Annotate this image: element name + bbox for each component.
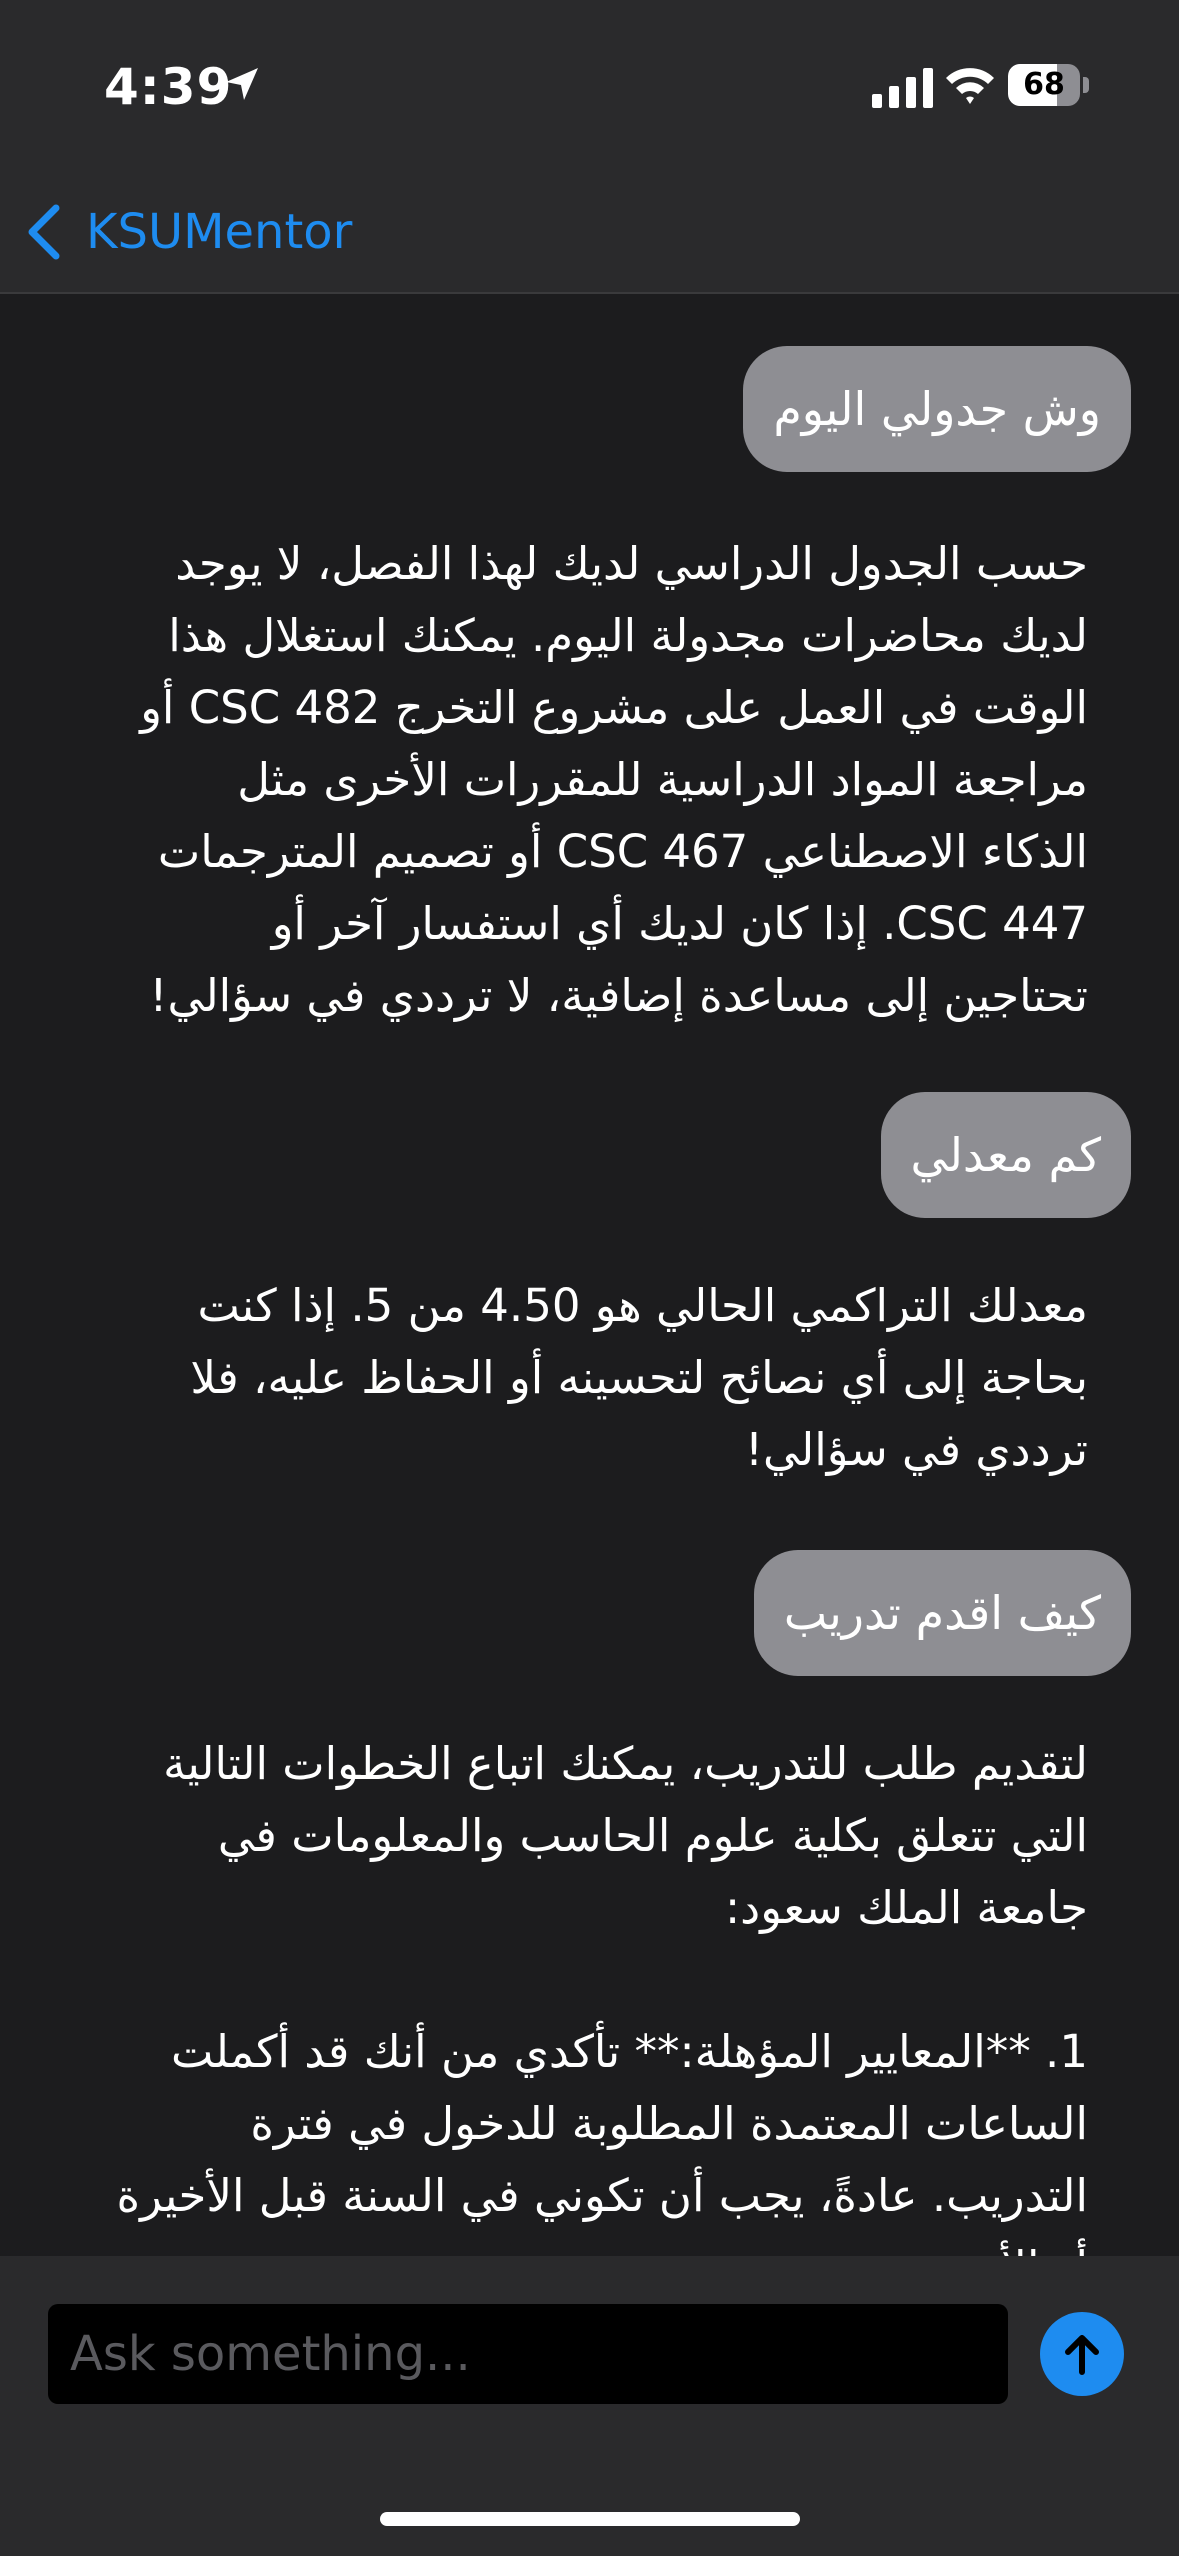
message-line: أو الأخيرة	[78, 2232, 1088, 2256]
message-line: مراجعة المواد الدراسية للمقررات الأخرى م…	[237, 753, 1088, 806]
message-line: التي تتعلق بكلية علوم الحاسب والمعلومات …	[217, 1809, 1088, 1862]
assistant-message: حسب الجدول الدراسي لديك لهذا الفصل، لا ي…	[78, 528, 1088, 1032]
composer-bar	[0, 2256, 1179, 2556]
message-line: لديك محاضرات مجدولة اليوم. يمكنك استغلال…	[168, 609, 1088, 662]
message-line: حسب الجدول الدراسي لديك لهذا الفصل، لا ي…	[175, 537, 1088, 590]
message-line: 1. **المعايير المؤهلة:** تأكدي من أنك قد…	[170, 2025, 1088, 2078]
message-line: التدريب. عادةً، يجب أن تكوني في السنة قب…	[116, 2169, 1088, 2222]
message-line: ترددي في سؤالي!	[745, 1423, 1088, 1476]
back-button[interactable]: KSUMentor	[22, 196, 352, 268]
chat-thread[interactable]: وش جدولي اليوم حسب الجدول الدراسي لديك ل…	[0, 294, 1179, 2256]
message-line: الوقت في العمل على مشروع التخرج CSC 482 …	[140, 681, 1088, 734]
home-indicator[interactable]	[380, 2512, 800, 2526]
message-line	[78, 1944, 1088, 2016]
cellular-signal-icon	[872, 68, 933, 108]
message-line: الساعات المعتمدة المطلوبة للدخول في فترة	[250, 2097, 1088, 2150]
wifi-icon	[946, 68, 994, 104]
user-message: كم معدلي	[880, 1092, 1131, 1218]
chevron-left-icon	[28, 204, 60, 260]
message-line: جامعة الملك سعود:	[725, 1881, 1088, 1934]
location-arrow-icon	[226, 68, 258, 100]
status-bar: 4:39 68	[0, 0, 1179, 170]
assistant-message: معدلك التراكمي الحالي هو 4.50 من 5. إذا …	[78, 1270, 1088, 1486]
assistant-message: لتقديم طلب للتدريب، يمكنك اتباع الخطوات …	[78, 1728, 1088, 2256]
send-button[interactable]	[1040, 2312, 1124, 2396]
user-message: وش جدولي اليوم	[743, 346, 1131, 472]
message-line: معدلك التراكمي الحالي هو 4.50 من 5. إذا …	[197, 1279, 1089, 1332]
message-line: الذكاء الاصطناعي CSC 467 أو تصميم المترج…	[157, 825, 1088, 878]
navigation-bar: KSUMentor	[0, 170, 1179, 294]
battery-level: 68	[1023, 67, 1065, 102]
message-line: تحتاجين إلى مساعدة إضافية، لا ترددي في س…	[149, 969, 1088, 1022]
message-line: لتقديم طلب للتدريب، يمكنك اتباع الخطوات …	[163, 1737, 1088, 1790]
user-message: كيف اقدم تدريب	[753, 1550, 1131, 1676]
status-time: 4:39	[104, 58, 233, 116]
arrow-up-icon	[1065, 2335, 1099, 2375]
battery-indicator: 68	[1008, 64, 1089, 106]
message-line: بحاجة إلى أي نصائح لتحسينه أو الحفاظ علي…	[190, 1351, 1088, 1404]
message-line: CSC 447. إذا كان لديك أي استفسار آخر أو	[271, 897, 1088, 950]
message-input[interactable]	[48, 2304, 1008, 2404]
back-label: KSUMentor	[86, 204, 353, 260]
